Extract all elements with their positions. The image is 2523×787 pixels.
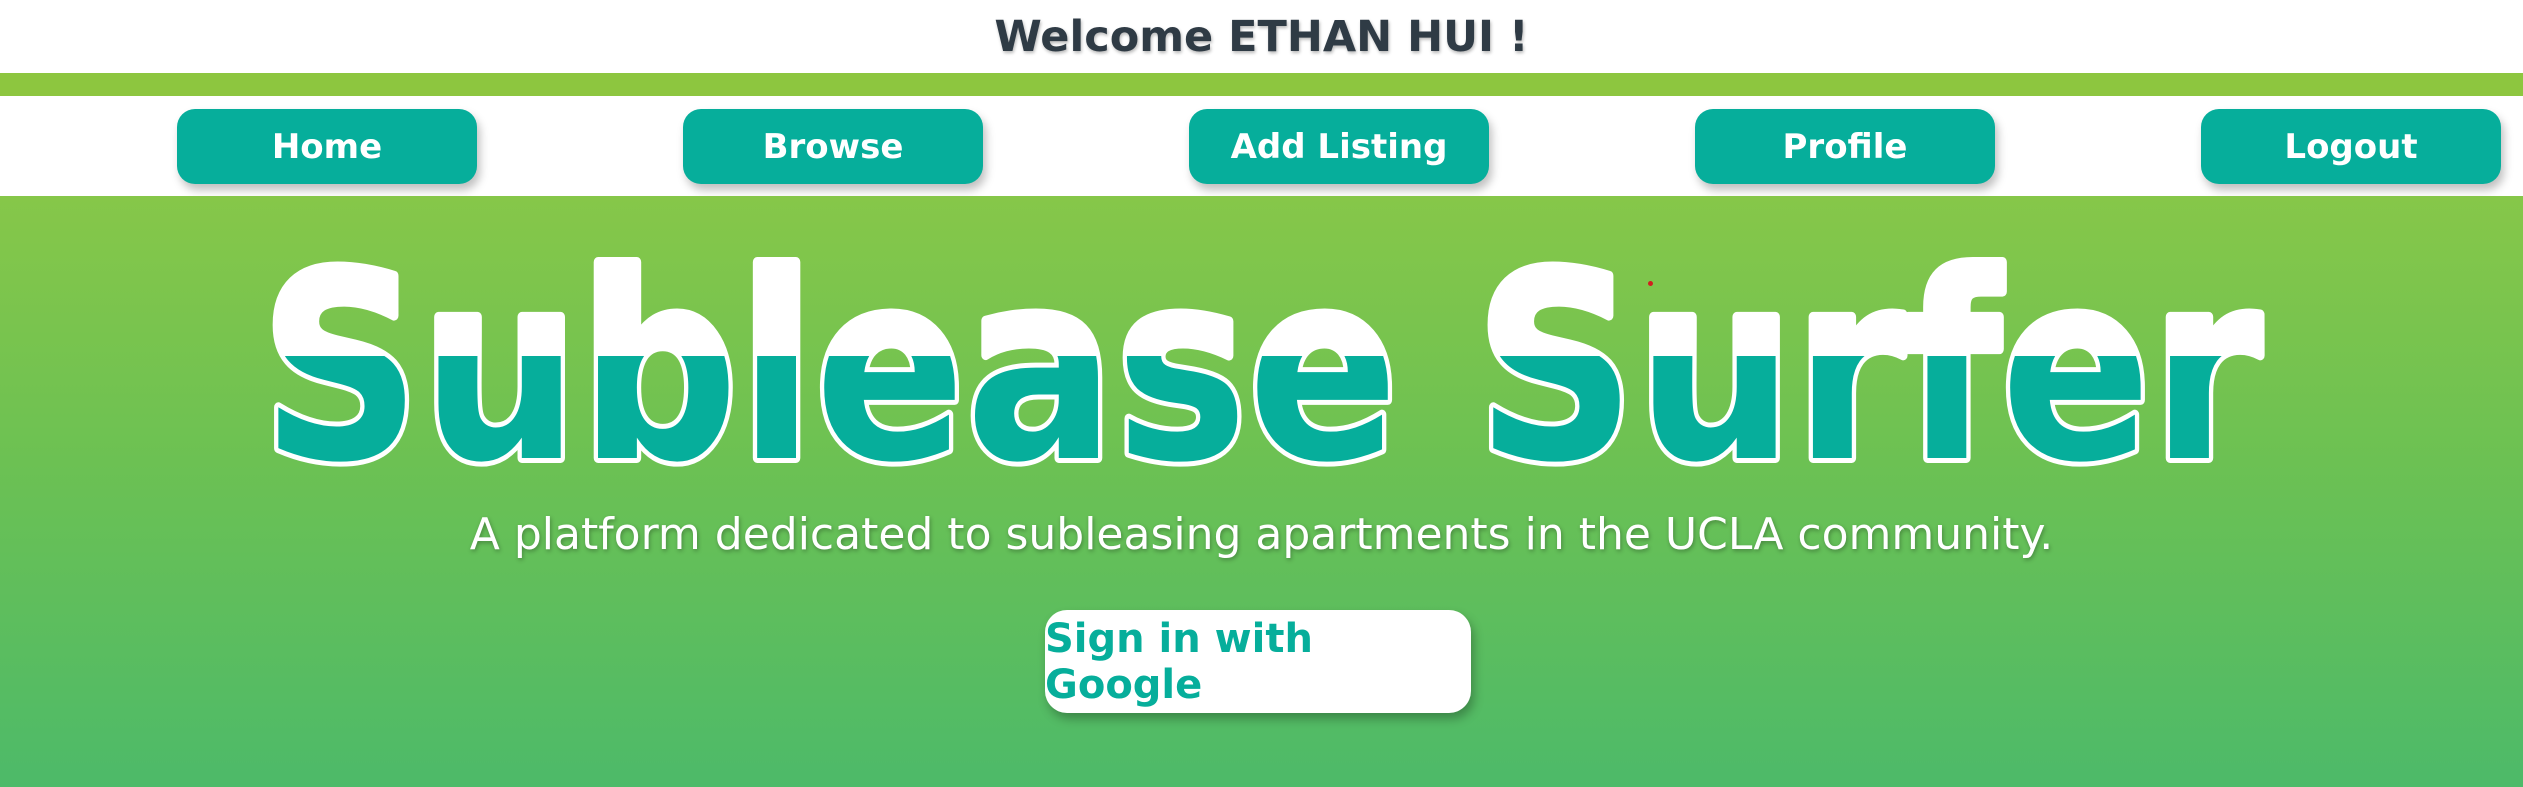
nav-profile-button[interactable]: Profile xyxy=(1695,109,1995,184)
cursor-marker xyxy=(1648,281,1653,286)
google-signin-button[interactable]: Sign in with Google xyxy=(1045,610,1471,713)
hero-tagline: A platform dedicated to subleasing apart… xyxy=(469,509,2054,560)
nav-home-button[interactable]: Home xyxy=(177,109,477,184)
welcome-message: Welcome ETHAN HUI ! xyxy=(994,11,1529,62)
nav-add-listing-button[interactable]: Add Listing xyxy=(1189,109,1489,184)
main-nav: Home Browse Add Listing Profile Logout xyxy=(0,96,2523,196)
welcome-bar: Welcome ETHAN HUI ! xyxy=(0,0,2523,73)
accent-stripe xyxy=(0,73,2523,96)
nav-logout-button[interactable]: Logout xyxy=(2201,109,2501,184)
nav-browse-button[interactable]: Browse xyxy=(683,109,983,184)
hero-title-graphic: Sublease Surfer Sublease Surfer xyxy=(256,214,2268,486)
hero-section: Sublease Surfer Sublease Surfer A platfo… xyxy=(0,196,2523,787)
